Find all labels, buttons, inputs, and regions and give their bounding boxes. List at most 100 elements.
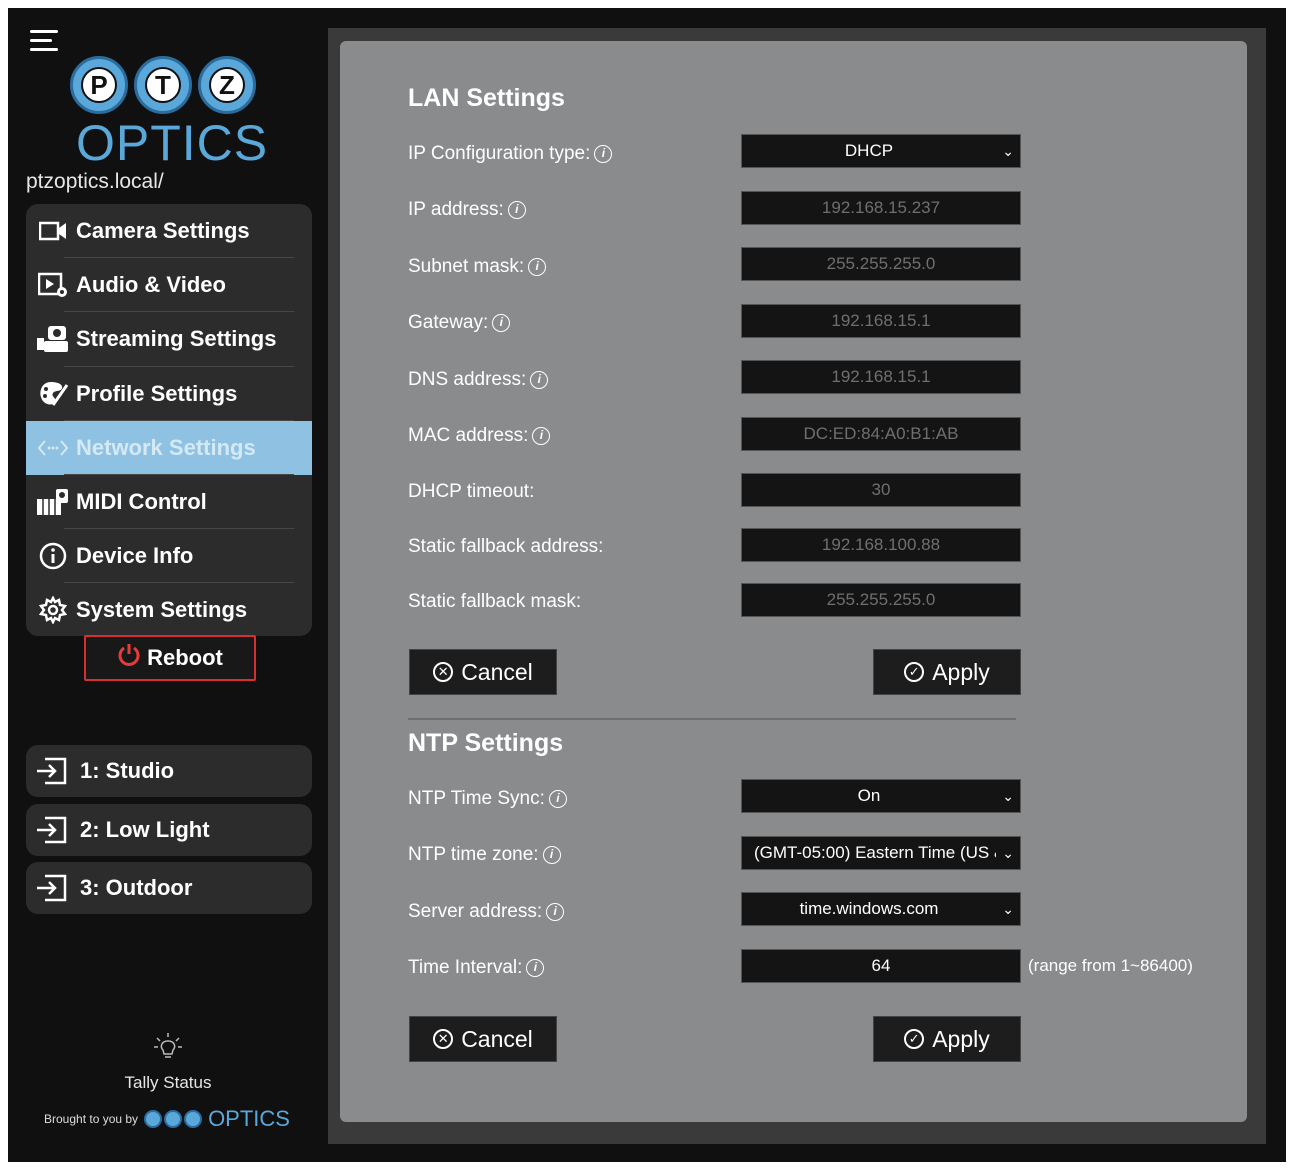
dhcp-timeout-label: DHCP timeout:	[408, 481, 534, 503]
preset-enter-icon	[34, 874, 68, 902]
info-icon[interactable]: i	[532, 427, 551, 445]
chevron-down-icon: ⌄	[1002, 845, 1014, 861]
logo-letter-t: T	[145, 67, 181, 103]
ntp-time-zone-value: (GMT-05:00) Eastern Time (US & Canada)	[754, 843, 996, 862]
info-icon[interactable]: i	[507, 201, 526, 219]
time-interval-label-text: Time Interval:	[408, 957, 523, 978]
lan-cancel-label: Cancel	[461, 658, 533, 685]
info-icon	[36, 542, 70, 570]
tally-status: Tally Status	[88, 1032, 248, 1093]
lightbulb-icon	[88, 1032, 248, 1069]
sidebar-item-camera-settings[interactable]: Camera Settings	[26, 204, 312, 259]
mac-address-field[interactable]	[741, 417, 1021, 451]
sidebar-item-audio-video[interactable]: Audio & Video	[26, 258, 312, 313]
subnet-mask-label-text: Subnet mask:	[408, 256, 525, 277]
subnet-mask-label: Subnet mask: i	[408, 256, 547, 278]
ntp-settings-title: NTP Settings	[408, 729, 564, 757]
server-address-select[interactable]: time.windows.com ⌄	[741, 892, 1021, 926]
sidebar-item-label: Audio & Video	[76, 272, 226, 298]
brought-by-text: Brought to you by	[44, 1112, 139, 1126]
cancel-circle-icon: ✕	[433, 1029, 454, 1049]
time-interval-field[interactable]	[741, 949, 1021, 983]
gateway-label-text: Gateway:	[408, 312, 489, 333]
ntp-time-zone-select[interactable]: (GMT-05:00) Eastern Time (US & Canada) ⌄	[741, 836, 1021, 870]
sidebar-menu: Camera Settings Audio & Video Streaming …	[26, 204, 312, 636]
sidebar-item-midi-control[interactable]: MIDI Control	[26, 475, 312, 530]
reboot-label: Reboot	[147, 645, 223, 670]
info-icon[interactable]: i	[528, 258, 547, 276]
ip-config-select[interactable]: DHCP ⌄	[741, 134, 1021, 168]
chevron-down-icon: ⌄	[1002, 143, 1014, 159]
gateway-field[interactable]	[741, 304, 1021, 338]
app-frame: P T Z OPTICS ptzoptics.local/ Camera Set…	[8, 8, 1286, 1162]
sidebar-item-label: System Settings	[76, 597, 248, 623]
lan-apply-button[interactable]: ✓ Apply	[873, 649, 1021, 695]
mac-address-label-text: MAC address:	[408, 425, 529, 446]
preset-label: 1: Studio	[80, 758, 175, 783]
preset-label: 2: Low Light	[80, 817, 210, 842]
gear-icon	[36, 596, 70, 625]
sidebar-item-streaming-settings[interactable]: Streaming Settings	[26, 312, 312, 367]
sidebar-item-label: Network Settings	[76, 434, 256, 460]
sidebar-item-label: Camera Settings	[76, 218, 250, 244]
preset-outdoor-button[interactable]: 3: Outdoor	[26, 862, 312, 914]
logo-letter-p: P	[81, 67, 117, 103]
static-fallback-address-field[interactable]	[741, 528, 1021, 562]
info-icon[interactable]: i	[546, 903, 565, 921]
ntp-sync-label: NTP Time Sync: i	[408, 788, 567, 810]
reboot-button[interactable]: Reboot	[84, 635, 256, 681]
info-icon[interactable]: i	[548, 790, 567, 808]
ntp-sync-select[interactable]: On ⌄	[741, 779, 1021, 813]
lan-apply-label: Apply	[932, 658, 990, 685]
info-icon[interactable]: i	[492, 314, 511, 332]
static-fallback-address-label: Static fallback address:	[408, 536, 603, 558]
ip-address-label-text: IP address:	[408, 199, 504, 220]
time-interval-label: Time Interval: i	[408, 957, 545, 979]
power-icon	[117, 643, 141, 674]
check-circle-icon: ✓	[904, 662, 925, 682]
ip-config-value: DHCP	[844, 141, 894, 160]
gateway-label: Gateway: i	[408, 312, 511, 334]
subnet-mask-field[interactable]	[741, 247, 1021, 281]
chevron-down-icon: ⌄	[1002, 788, 1014, 804]
info-icon[interactable]: i	[542, 846, 561, 864]
dhcp-timeout-field[interactable]	[741, 473, 1021, 507]
sidebar: P T Z OPTICS ptzoptics.local/ Camera Set…	[8, 8, 326, 1162]
ip-config-label: IP Configuration type: i	[408, 143, 613, 165]
sidebar-item-profile-settings[interactable]: Profile Settings	[26, 367, 312, 421]
preset-enter-icon	[34, 816, 68, 844]
network-code-icon	[36, 434, 70, 462]
ntp-cancel-button[interactable]: ✕ Cancel	[409, 1016, 557, 1062]
logo-wordmark: OPTICS	[76, 115, 269, 171]
ip-config-label-text: IP Configuration type:	[408, 143, 591, 164]
tally-status-label: Tally Status	[124, 1073, 212, 1092]
ntp-sync-label-text: NTP Time Sync:	[408, 788, 545, 809]
mini-logo-wordmark: OPTICS	[208, 1106, 290, 1131]
device-hostname: ptzoptics.local/	[26, 170, 164, 193]
time-interval-range-hint: (range from 1~86400)	[1028, 956, 1193, 975]
video-camera-icon	[36, 217, 70, 245]
dns-address-label: DNS address: i	[408, 369, 549, 391]
ptzoptics-logo: P T Z OPTICS	[70, 56, 270, 176]
preset-low-light-button[interactable]: 2: Low Light	[26, 804, 312, 856]
ip-address-field[interactable]	[741, 191, 1021, 225]
chevron-down-icon: ⌄	[1002, 901, 1014, 917]
dns-address-field[interactable]	[741, 360, 1021, 394]
lan-cancel-button[interactable]: ✕ Cancel	[409, 649, 557, 695]
sidebar-item-device-info[interactable]: Device Info	[26, 529, 312, 584]
ntp-cancel-label: Cancel	[461, 1025, 533, 1052]
sidebar-item-label: Profile Settings	[76, 380, 238, 406]
ntp-apply-button[interactable]: ✓ Apply	[873, 1016, 1021, 1062]
static-fallback-mask-field[interactable]	[741, 583, 1021, 617]
brought-by-footer: Brought to you by OPTICS	[44, 1106, 290, 1132]
ntp-sync-value: On	[857, 786, 881, 805]
info-icon[interactable]: i	[526, 959, 545, 977]
hamburger-menu-icon[interactable]	[30, 30, 60, 54]
info-icon[interactable]: i	[594, 145, 613, 163]
lan-settings-title: LAN Settings	[408, 84, 565, 112]
sidebar-item-network-settings[interactable]: Network Settings	[26, 420, 312, 476]
mac-address-label: MAC address: i	[408, 425, 551, 447]
preset-studio-button[interactable]: 1: Studio	[26, 745, 312, 797]
info-icon[interactable]: i	[530, 371, 549, 389]
sidebar-item-system-settings[interactable]: System Settings	[26, 583, 312, 636]
